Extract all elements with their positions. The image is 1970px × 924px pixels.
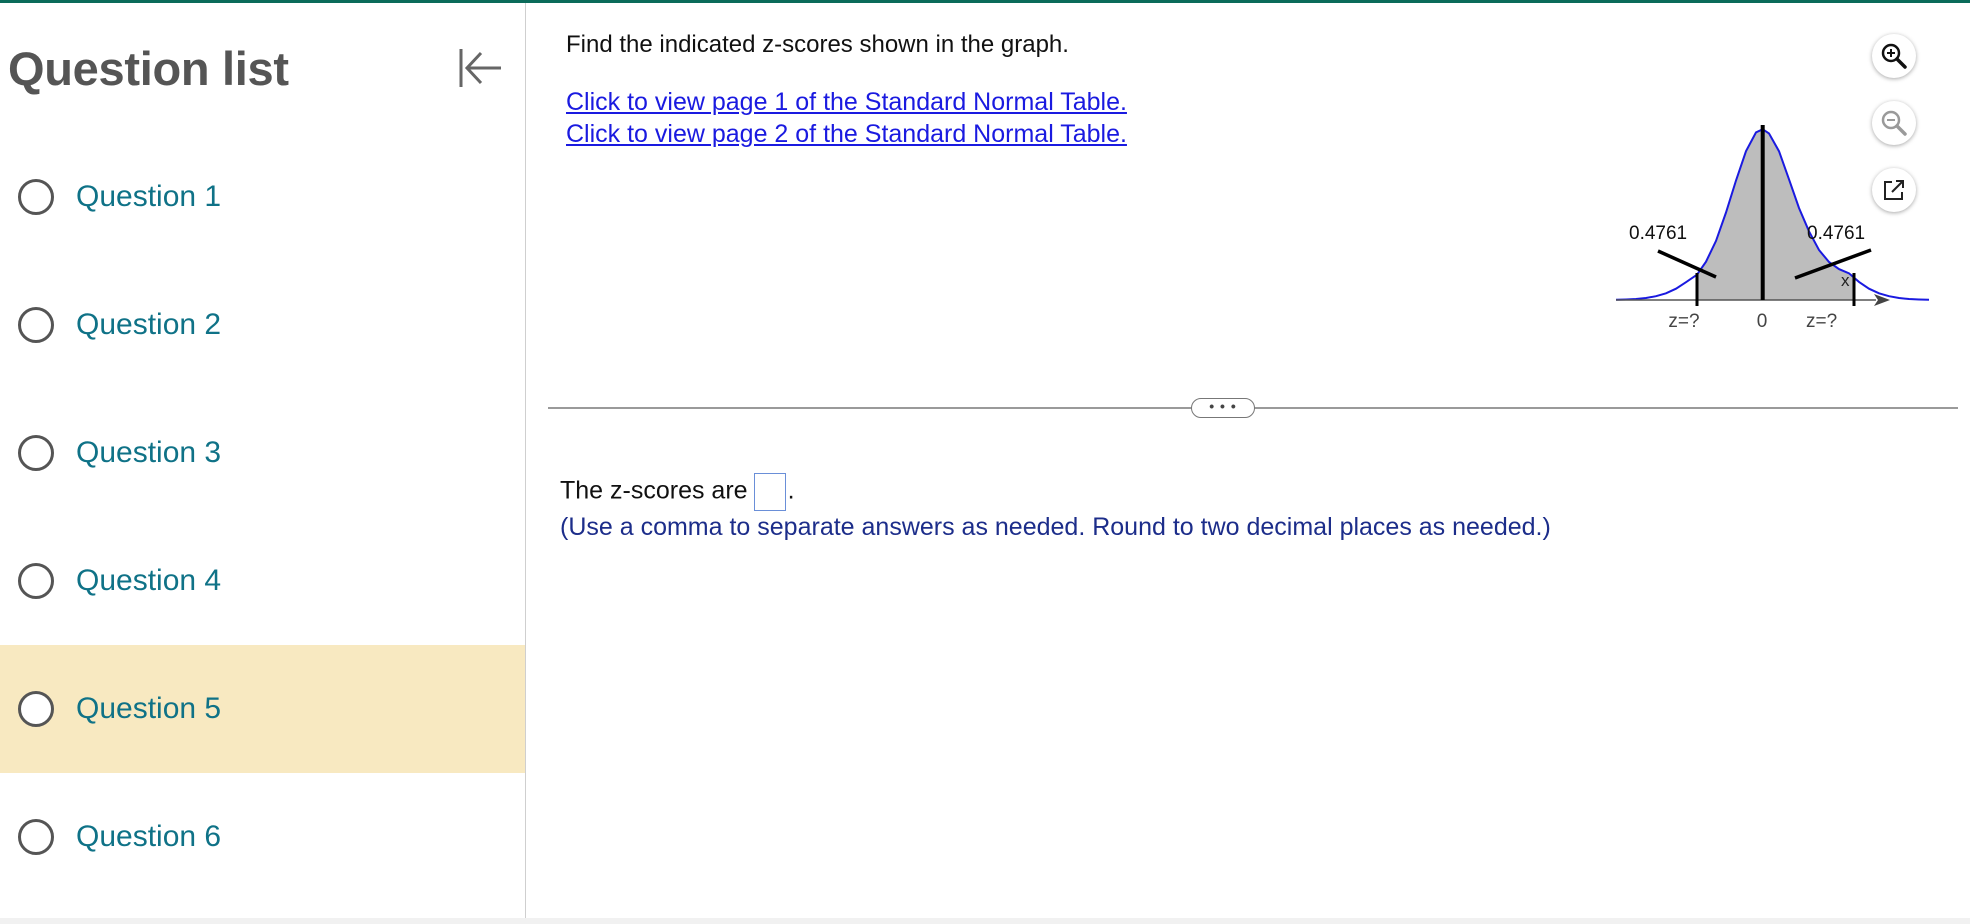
- radio-circle-icon: [18, 691, 54, 727]
- left-area-label: 0.4761: [1629, 223, 1687, 244]
- sidebar-item-question-2[interactable]: Question 2: [0, 261, 525, 389]
- question-panel: Find the indicated z-scores shown in the…: [526, 3, 1970, 918]
- normal-distribution-graph: x 0.4761 0.4761 z=? 0 z=?: [1615, 125, 1930, 332]
- question-label: Question 5: [76, 692, 222, 725]
- bottom-bar: [0, 918, 1970, 924]
- question-prompt: Find the indicated z-scores shown in the…: [566, 31, 1069, 58]
- shaded-region: [1697, 129, 1854, 300]
- question-label: Question 3: [76, 436, 222, 469]
- question-list-sidebar: Question list Question 1 Question 2 Ques…: [0, 3, 526, 918]
- standard-normal-table-page-1-link[interactable]: Click to view page 1 of the Standard Nor…: [566, 88, 1127, 117]
- radio-circle-icon: [18, 563, 54, 599]
- collapse-left-icon: [459, 49, 501, 87]
- sidebar-item-question-1[interactable]: Question 1: [0, 133, 525, 261]
- right-area-label: 0.4761: [1807, 223, 1865, 244]
- sidebar-item-question-3[interactable]: Question 3: [0, 389, 525, 517]
- zoom-in-icon: [1881, 43, 1907, 69]
- radio-circle-icon: [18, 819, 54, 855]
- radio-circle-icon: [18, 435, 54, 471]
- answer-line: The z-scores are.: [560, 473, 795, 511]
- popout-button[interactable]: [1872, 168, 1916, 212]
- x-axis-label: x: [1841, 271, 1850, 290]
- answer-hint: (Use a comma to separate answers as need…: [560, 513, 1551, 541]
- sidebar-item-question-5[interactable]: Question 5: [0, 645, 525, 773]
- zoom-out-button[interactable]: [1872, 101, 1916, 145]
- left-z-tick-label: z=?: [1668, 311, 1699, 332]
- sidebar-title: Question list: [8, 42, 289, 95]
- answer-prefix: The z-scores are: [560, 476, 748, 505]
- radio-circle-icon: [18, 179, 54, 215]
- answer-input[interactable]: [753, 473, 786, 511]
- divider-drag-handle[interactable]: • • •: [1191, 398, 1255, 418]
- standard-normal-table-page-2-link[interactable]: Click to view page 2 of the Standard Nor…: [566, 120, 1127, 149]
- radio-circle-icon: [18, 307, 54, 343]
- center-tick-label: 0: [1757, 311, 1768, 332]
- collapse-sidebar-button[interactable]: [455, 43, 505, 93]
- popout-icon: [1884, 180, 1904, 200]
- question-label: Question 1: [76, 180, 222, 213]
- sidebar-item-question-6[interactable]: Question 6: [0, 773, 525, 901]
- question-label: Question 2: [76, 308, 222, 341]
- question-label: Question 4: [76, 564, 222, 597]
- zoom-in-button[interactable]: [1872, 34, 1916, 78]
- right-z-tick-label: z=?: [1806, 311, 1837, 332]
- answer-suffix: .: [787, 476, 795, 505]
- sidebar-item-question-4[interactable]: Question 4: [0, 517, 525, 645]
- question-label: Question 6: [76, 820, 222, 853]
- zoom-out-icon: [1881, 110, 1907, 136]
